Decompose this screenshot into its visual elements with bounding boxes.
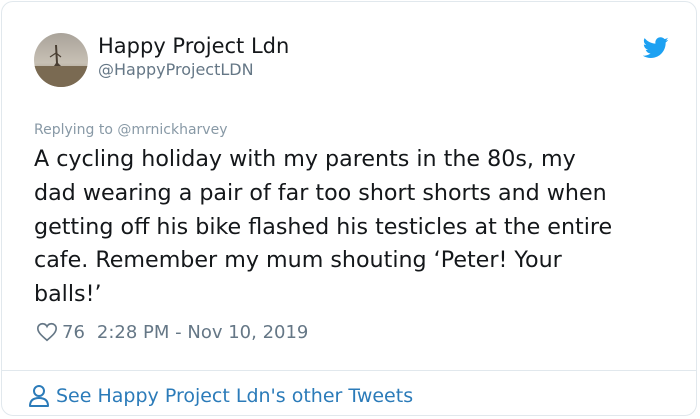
avatar[interactable] — [34, 33, 88, 87]
divider — [2, 370, 696, 371]
tweet-text: A cycling holiday with my parents in the… — [34, 146, 613, 308]
tweet-meta: 76 2:28 PM - Nov 10, 2019 — [36, 320, 308, 344]
see-other-tweets-label: See Happy Project Ldn's other Tweets — [56, 385, 414, 407]
see-other-tweets-link[interactable]: See Happy Project Ldn's other Tweets — [28, 383, 413, 409]
person-icon — [29, 385, 49, 407]
author-handle[interactable]: @HappyProjectLDN — [98, 60, 254, 80]
author-name[interactable]: Happy Project Ldn — [98, 33, 289, 59]
twitter-bird-icon[interactable] — [643, 37, 669, 59]
like-count[interactable]: 76 — [62, 322, 85, 343]
heart-icon[interactable] — [36, 321, 58, 343]
replying-to[interactable]: Replying to @mrnickharvey — [34, 120, 227, 140]
tweet-card: Happy Project Ldn @HappyProjectLDN Reply… — [1, 1, 697, 416]
timestamp[interactable]: 2:28 PM - Nov 10, 2019 — [97, 322, 308, 343]
